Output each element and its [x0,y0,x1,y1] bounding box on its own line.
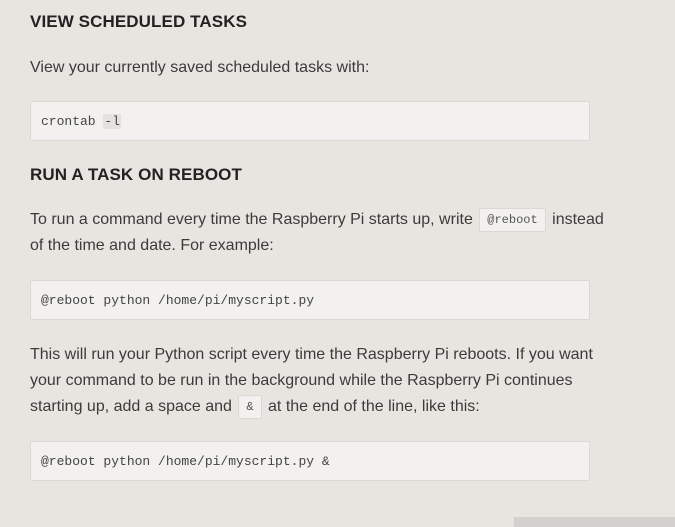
reboot-paragraph-2: This will run your Python script every t… [30,342,610,420]
crontab-list-codeblock[interactable]: crontab -l [30,101,590,141]
view-scheduled-tasks-intro: View your currently saved scheduled task… [30,59,370,76]
run-task-on-reboot-heading: RUN A TASK ON REBOOT [30,165,242,184]
reboot-example-codeblock[interactable]: @reboot python /home/pi/myscript.py [30,280,590,320]
view-scheduled-tasks-heading: VIEW SCHEDULED TASKS [30,12,248,31]
page: VIEW SCHEDULED TASKS View your currently… [0,0,675,527]
reboot-paragraph-1-text-before: To run a command every time the Raspberr… [30,211,478,228]
reboot-inline-code: @reboot [479,207,546,232]
reboot-paragraph-1: To run a command every time the Raspberr… [30,207,610,259]
reboot-paragraph-2-text-after: at the end of the line, like this: [263,398,480,415]
crontab-list-flag: -l [103,113,122,129]
bottom-edge-panel [514,517,675,527]
ampersand-inline-code: & [238,394,262,419]
reboot-background-codeblock[interactable]: @reboot python /home/pi/myscript.py & [30,441,590,481]
crontab-command: crontab [41,113,104,129]
